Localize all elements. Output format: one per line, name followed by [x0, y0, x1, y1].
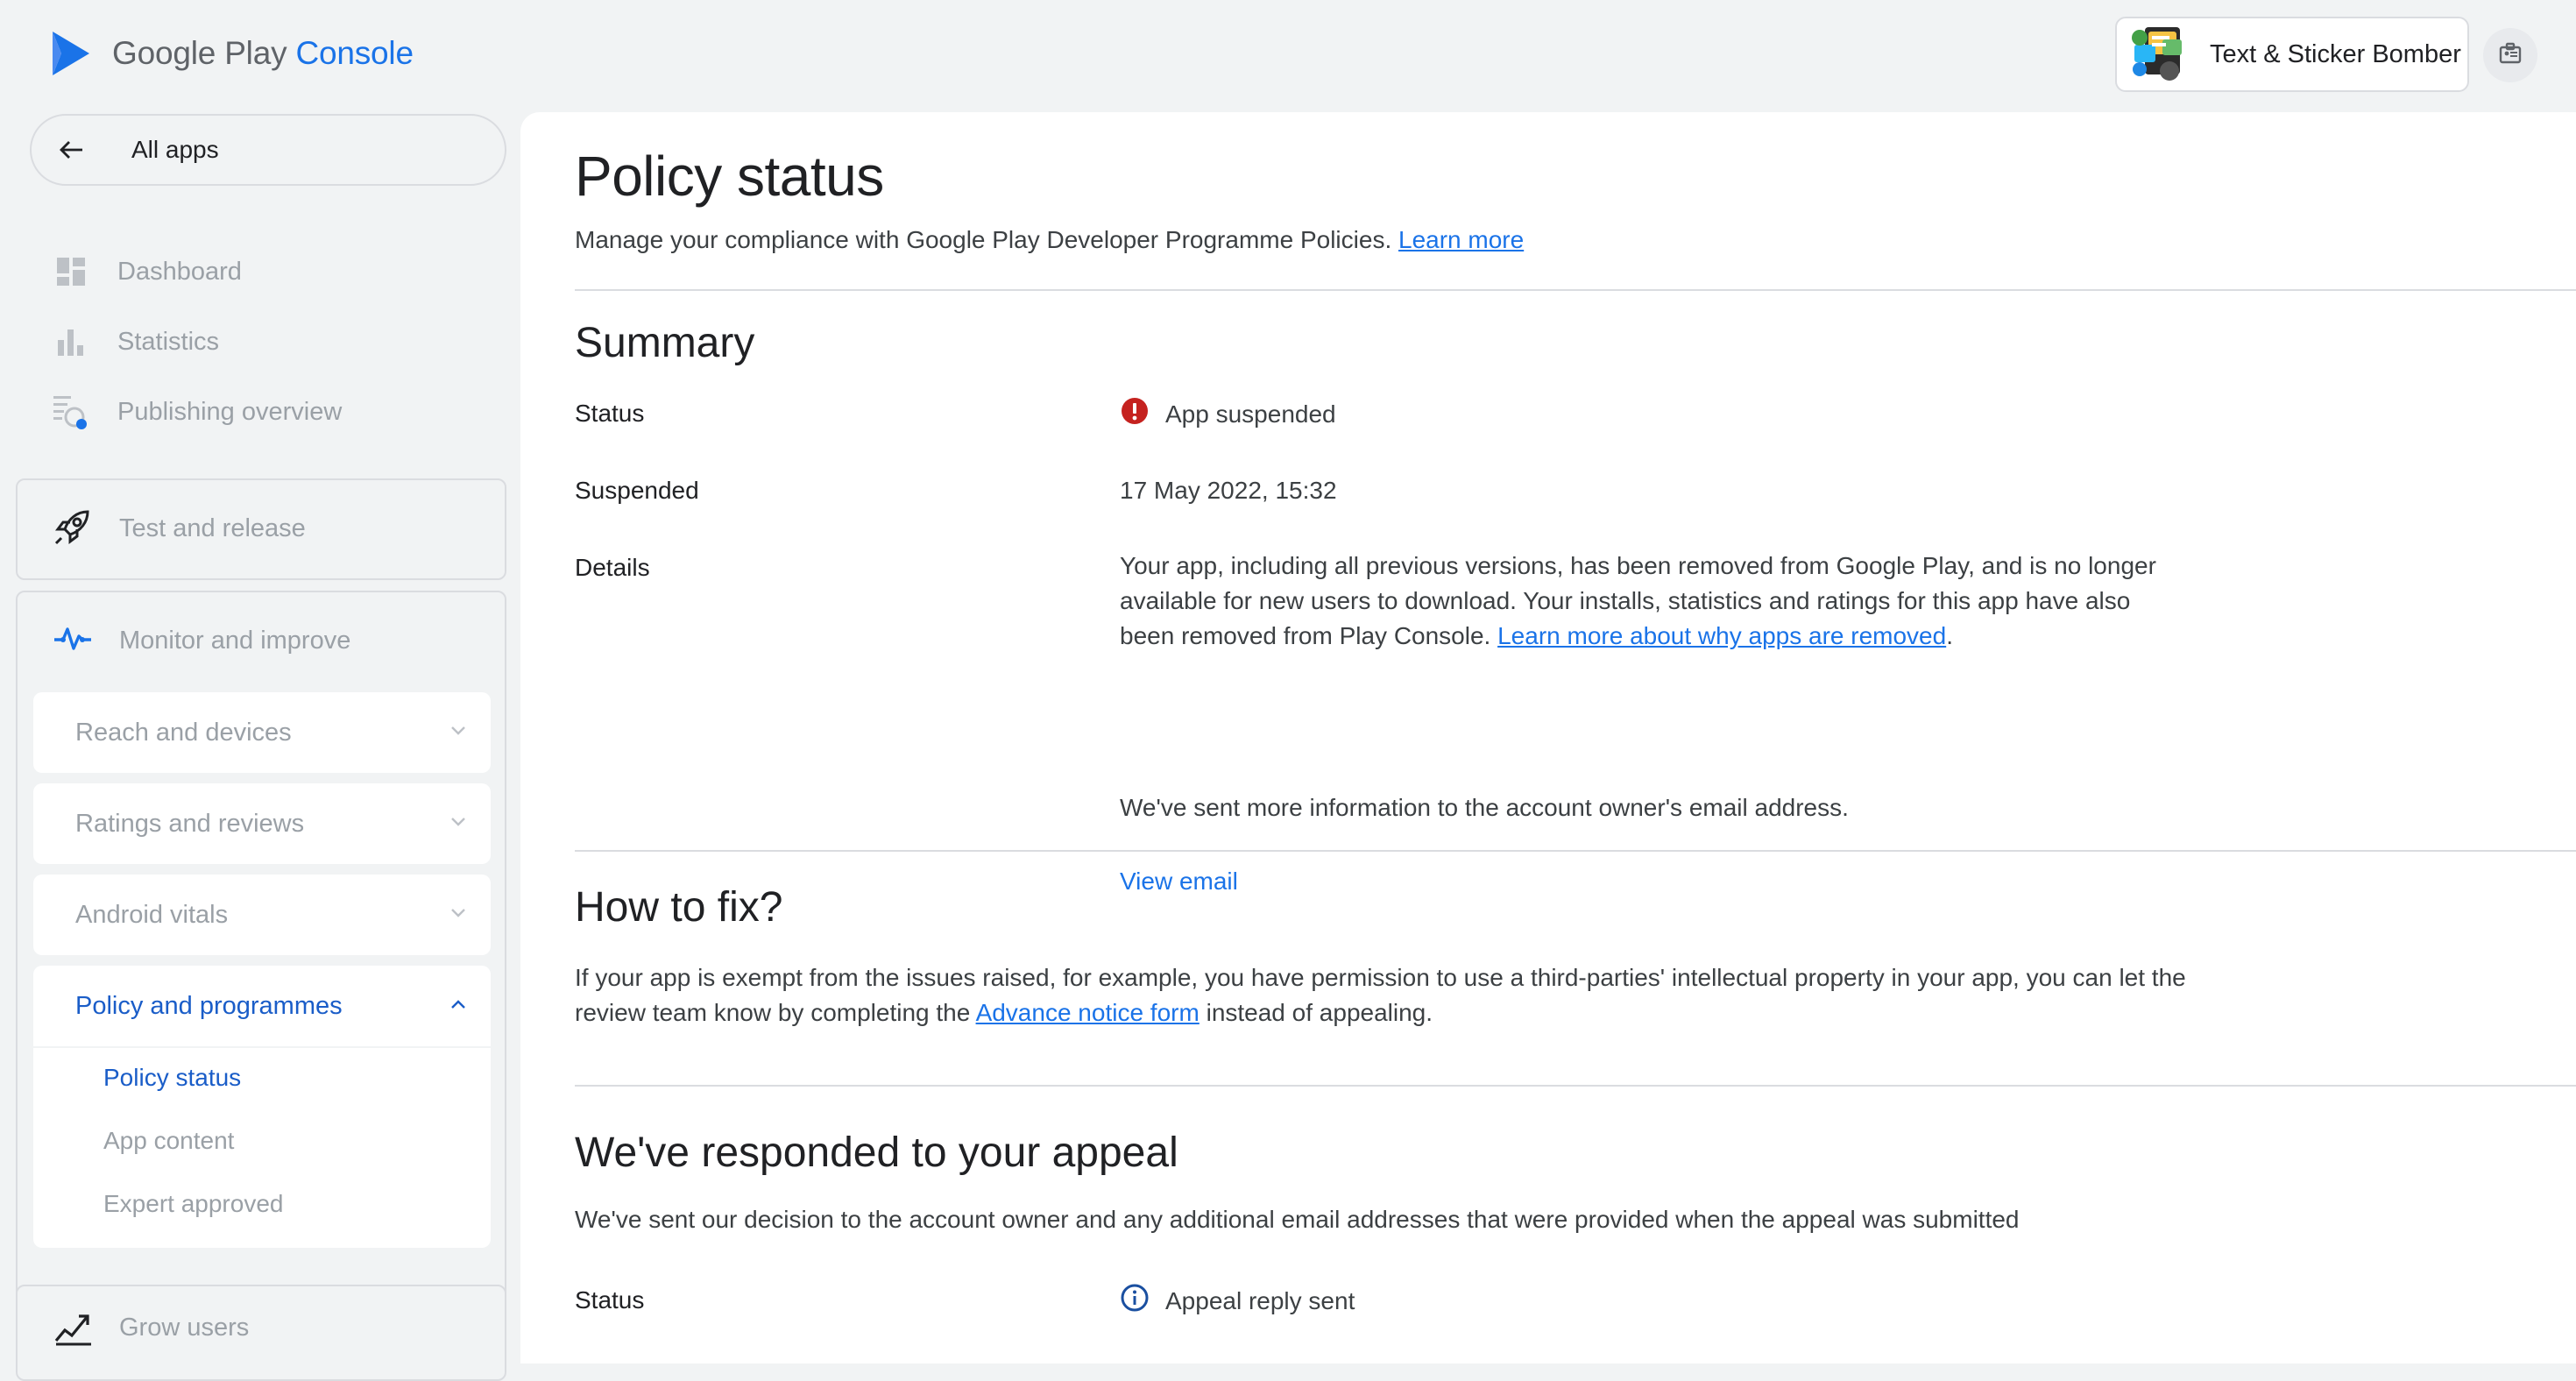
status-value: App suspended: [1120, 396, 1336, 432]
main-content: Policy status Manage your compliance wit…: [520, 112, 2576, 1363]
sidebar-link-expert-approved[interactable]: Expert approved: [103, 1190, 283, 1218]
sidebar-item-reach-and-devices[interactable]: Reach and devices: [33, 692, 491, 773]
email-info-text: We've sent more information to the accou…: [1120, 794, 1849, 821]
how-to-fix-heading: How to fix?: [575, 884, 783, 931]
developer-account-button[interactable]: [2483, 28, 2537, 82]
sidebar-item-android-vitals[interactable]: Android vitals: [33, 875, 491, 955]
publishing-icon: [49, 390, 93, 434]
logo-google-text: Google Play: [112, 35, 287, 71]
chevron-down-icon: [450, 725, 466, 740]
sidebar-item-statistics[interactable]: Statistics: [49, 315, 219, 368]
play-console-logo[interactable]: Google Play Console: [49, 30, 414, 77]
sidebar-item-label: Android vitals: [75, 900, 229, 929]
page-title: Policy status: [575, 145, 884, 208]
sidebar-item-label: Ratings and reviews: [75, 809, 305, 838]
chevron-up-icon: [450, 998, 466, 1014]
all-apps-button[interactable]: All apps: [30, 114, 506, 186]
info-icon: [1120, 1283, 1150, 1319]
suspended-label: Suspended: [575, 477, 699, 504]
page-subtitle-text: Manage your compliance with Google Play …: [575, 226, 1392, 253]
sidebar-link-app-content[interactable]: App content: [103, 1127, 234, 1155]
back-arrow-icon: [58, 139, 93, 160]
page-subtitle: Manage your compliance with Google Play …: [575, 226, 1524, 254]
top-bar: Google Play Console Text & Sticker Bombe…: [0, 0, 2576, 112]
sidebar-item-label: Dashboard: [117, 257, 242, 286]
status-text: App suspended: [1165, 400, 1336, 428]
sidebar-section-policy-and-programmes: Policy and programmes Policy status App …: [33, 966, 491, 1248]
bar-chart-icon: [49, 320, 93, 364]
why-apps-removed-link[interactable]: Learn more about why apps are removed: [1497, 622, 1946, 649]
account-badge-icon: [2497, 40, 2523, 71]
learn-more-link[interactable]: Learn more: [1398, 226, 1524, 253]
status-label: Status: [575, 400, 645, 427]
appeal-description: We've sent our decision to the account o…: [575, 1206, 2020, 1233]
sidebar-item-publishing-overview[interactable]: Publishing overview: [49, 386, 342, 438]
sidebar-item-label: Publishing overview: [117, 397, 343, 426]
monitor-and-improve-header[interactable]: Monitor and improve: [53, 619, 350, 663]
rocket-icon: [53, 506, 93, 551]
app-icon: [2127, 24, 2189, 85]
sidebar-item-label: Policy and programmes: [75, 991, 343, 1020]
sidebar-item-dashboard[interactable]: Dashboard: [49, 245, 242, 298]
how-to-fix-paragraph: If your app is exempt from the issues ra…: [575, 960, 2187, 1030]
advance-notice-form-link[interactable]: Advance notice form: [976, 999, 1200, 1026]
divider: [575, 1085, 2576, 1087]
divider: [575, 850, 2576, 852]
sidebar-group-monitor-and-improve: Monitor and improve Reach and devices Ra…: [16, 591, 506, 1342]
sidebar: All apps Dashboard Statistics Publishing…: [0, 112, 517, 1381]
sidebar-item-ratings-and-reviews[interactable]: Ratings and reviews: [33, 783, 491, 864]
how-to-fix-text-end: instead of appealing.: [1206, 999, 1433, 1026]
sidebar-group-label: Grow users: [119, 1314, 250, 1342]
details-label: Details: [575, 554, 650, 581]
sidebar-group-test-and-release[interactable]: Test and release: [16, 478, 506, 580]
sidebar-item-label: Statistics: [117, 327, 220, 356]
growth-icon: [53, 1306, 93, 1350]
divider: [575, 289, 2576, 291]
sidebar-link-policy-status[interactable]: Policy status: [103, 1064, 241, 1092]
app-selector-chip[interactable]: Text & Sticker Bomber: [2115, 17, 2469, 92]
dashboard-icon: [49, 250, 93, 294]
chevron-down-icon: [450, 816, 466, 832]
policy-and-programmes-header[interactable]: Policy and programmes: [33, 966, 491, 1048]
summary-heading: Summary: [575, 320, 755, 366]
all-apps-label: All apps: [131, 136, 219, 163]
logo-console-text: Console: [295, 35, 414, 71]
pulse-icon: [53, 619, 93, 663]
sidebar-item-label: Reach and devices: [75, 718, 292, 747]
chevron-down-icon: [450, 907, 466, 923]
appeal-status-value: Appeal reply sent: [1120, 1283, 1355, 1319]
error-icon: [1120, 396, 1150, 432]
sidebar-group-label: Test and release: [119, 514, 306, 542]
app-name: Text & Sticker Bomber: [2210, 39, 2461, 68]
appeal-heading: We've responded to your appeal: [575, 1130, 1178, 1176]
view-email-link[interactable]: View email: [1120, 868, 1238, 896]
appeal-status-label: Status: [575, 1286, 645, 1314]
details-paragraph: Your app, including all previous version…: [1120, 552, 2156, 649]
sidebar-group-label: Monitor and improve: [119, 627, 351, 655]
sidebar-group-grow-users[interactable]: Grow users: [16, 1285, 506, 1381]
play-console-logo-icon: [49, 30, 93, 77]
suspended-value: 17 May 2022, 15:32: [1120, 477, 1337, 504]
appeal-status-text: Appeal reply sent: [1165, 1286, 1355, 1314]
